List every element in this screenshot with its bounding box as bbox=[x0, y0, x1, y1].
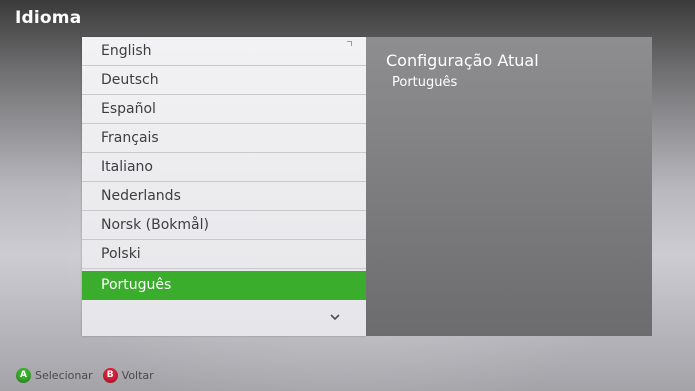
list-item-nederlands[interactable]: Nederlands bbox=[82, 182, 366, 211]
list-item-deutsch[interactable]: Deutsch bbox=[82, 66, 366, 95]
current-setting-value: Português bbox=[392, 75, 458, 90]
back-action[interactable]: B Voltar bbox=[102, 367, 154, 383]
list-item-francais[interactable]: Français bbox=[82, 124, 366, 153]
page-title: Idioma bbox=[15, 8, 82, 28]
list-item-polski[interactable]: Polski bbox=[82, 240, 366, 269]
language-list[interactable]: English Deutsch Español Français Italian… bbox=[82, 37, 366, 336]
b-button-icon: B bbox=[102, 367, 118, 383]
list-item-norsk[interactable]: Norsk (Bokmål) bbox=[82, 211, 366, 240]
select-action[interactable]: A Selecionar bbox=[16, 367, 93, 383]
list-item-english[interactable]: English bbox=[82, 37, 366, 66]
chevron-down-icon[interactable] bbox=[329, 309, 341, 323]
list-item-espanol[interactable]: Español bbox=[82, 95, 366, 124]
current-setting-panel: Configuração Atual Português bbox=[366, 37, 652, 336]
select-label: Selecionar bbox=[35, 368, 93, 382]
list-item-italiano[interactable]: Italiano bbox=[82, 153, 366, 182]
back-label: Voltar bbox=[121, 368, 154, 382]
list-item-portugues[interactable]: Português bbox=[82, 271, 366, 300]
button-hints: A Selecionar B Voltar bbox=[16, 366, 164, 384]
a-button-icon: A bbox=[16, 367, 31, 383]
current-setting-title: Configuração Atual bbox=[386, 51, 539, 70]
